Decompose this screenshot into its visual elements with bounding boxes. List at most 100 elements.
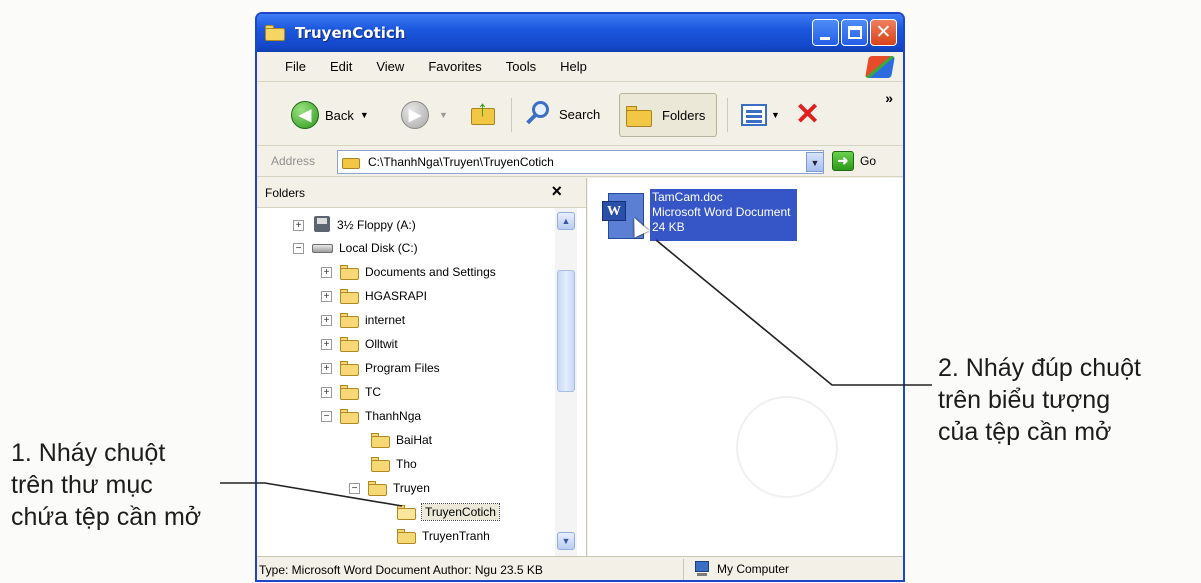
back-dropdown-icon[interactable]: ▼ bbox=[360, 110, 369, 120]
tree-item-label: Documents and Settings bbox=[365, 265, 496, 279]
word-document-icon: W bbox=[602, 189, 650, 241]
expand-icon[interactable]: + bbox=[321, 338, 332, 350]
tree-item-hgasrapi[interactable]: + HGASRAPI bbox=[321, 285, 427, 307]
menu-tools[interactable]: Tools bbox=[494, 59, 548, 74]
tree-item-label: TC bbox=[365, 385, 381, 399]
status-text: Type: Microsoft Word Document Author: Ng… bbox=[259, 563, 543, 577]
floppy-drive-icon bbox=[312, 216, 332, 234]
menu-edit[interactable]: Edit bbox=[318, 59, 364, 74]
menu-view[interactable]: View bbox=[364, 59, 416, 74]
address-field[interactable] bbox=[337, 150, 824, 174]
collapse-icon[interactable]: − bbox=[321, 410, 332, 422]
address-input[interactable] bbox=[368, 155, 808, 169]
go-arrow-icon: ➜ bbox=[832, 151, 854, 171]
tree-item-thanhnga[interactable]: − ThanhNga bbox=[321, 405, 421, 427]
menu-help[interactable]: Help bbox=[548, 59, 599, 74]
up-folder-button[interactable]: ↑ bbox=[469, 98, 499, 128]
forward-arrow-icon: ▶ bbox=[401, 101, 429, 129]
collapse-icon[interactable]: − bbox=[349, 482, 360, 494]
delete-button[interactable]: ✕ bbox=[795, 98, 821, 131]
folder-icon bbox=[397, 528, 417, 544]
status-bar: Type: Microsoft Word Document Author: Ng… bbox=[257, 556, 903, 580]
scroll-down-icon[interactable]: ▼ bbox=[557, 532, 575, 550]
tree-item-tc[interactable]: + TC bbox=[321, 381, 381, 403]
maximize-button[interactable] bbox=[841, 19, 868, 46]
status-zone: My Computer bbox=[693, 561, 789, 577]
title-bar[interactable]: TruyenCotich ✕ bbox=[257, 14, 903, 52]
tree-item-label: Tho bbox=[396, 457, 417, 471]
address-dropdown-icon[interactable]: ▼ bbox=[806, 152, 824, 172]
windows-logo-icon bbox=[865, 56, 895, 78]
file-size: 24 KB bbox=[652, 220, 685, 234]
expand-icon[interactable]: + bbox=[321, 362, 332, 374]
folders-label: Folders bbox=[662, 107, 706, 123]
tree-item-tho[interactable]: Tho bbox=[371, 453, 417, 475]
folders-pane: Folders × + 3½ Floppy (A:) − Local Disk … bbox=[257, 178, 587, 556]
minimize-button[interactable] bbox=[812, 19, 839, 46]
search-label: Search bbox=[559, 106, 601, 122]
annotation-step2-line1: 2. Nháy đúp chuột bbox=[938, 354, 1141, 382]
folder-icon bbox=[342, 155, 362, 169]
tree-item-floppy[interactable]: + 3½ Floppy (A:) bbox=[293, 214, 416, 236]
tree-item-internet[interactable]: + internet bbox=[321, 309, 405, 331]
expand-icon[interactable]: + bbox=[321, 290, 332, 302]
annotation-step2-line2: trên biểu tượng bbox=[938, 386, 1111, 414]
folders-pane-close-icon[interactable]: × bbox=[551, 181, 562, 202]
background-watermark bbox=[736, 396, 838, 498]
tree-item-label: BaiHat bbox=[396, 433, 433, 447]
go-button[interactable]: ➜ Go bbox=[832, 151, 876, 171]
file-list-pane: W TamCam.doc Microsoft Word Document 24 … bbox=[588, 178, 903, 556]
folder-icon bbox=[340, 360, 360, 376]
menu-bar: File Edit View Favorites Tools Help bbox=[257, 52, 903, 82]
file-type: Microsoft Word Document bbox=[652, 205, 791, 219]
file-name: TamCam.doc bbox=[652, 190, 723, 204]
expand-icon[interactable]: + bbox=[321, 386, 332, 398]
tree-item-baihat[interactable]: BaiHat bbox=[371, 429, 432, 451]
folder-icon bbox=[265, 24, 287, 42]
close-button[interactable]: ✕ bbox=[870, 19, 897, 46]
tree-item-label: TruyenCotich bbox=[421, 503, 500, 521]
folders-button[interactable]: Folders bbox=[619, 93, 717, 137]
expand-icon[interactable]: + bbox=[293, 219, 304, 231]
folders-pane-title: Folders bbox=[265, 186, 306, 200]
tree-item-local-disk[interactable]: − Local Disk (C:) bbox=[293, 237, 418, 259]
back-arrow-icon: ◀ bbox=[291, 101, 319, 129]
tree-item-truyen[interactable]: − Truyen bbox=[349, 477, 430, 499]
folder-icon bbox=[340, 384, 360, 400]
back-button[interactable]: ◀ Back ▼ bbox=[291, 101, 369, 129]
tree-item-truyentranh[interactable]: TruyenTranh bbox=[397, 525, 490, 547]
forward-dropdown-icon[interactable]: ▼ bbox=[439, 110, 448, 120]
views-button[interactable]: ▼ bbox=[741, 104, 780, 126]
go-label: Go bbox=[860, 154, 877, 168]
expand-icon[interactable]: + bbox=[321, 266, 332, 278]
tree-item-olltwit[interactable]: + Olltwit bbox=[321, 333, 398, 355]
folders-scrollbar[interactable]: ▲ ▼ bbox=[555, 208, 577, 556]
scroll-up-icon[interactable]: ▲ bbox=[557, 212, 575, 230]
scroll-thumb[interactable] bbox=[557, 270, 575, 392]
tree-item-label: Program Files bbox=[365, 361, 440, 375]
collapse-icon[interactable]: − bbox=[293, 242, 304, 254]
address-label: Address bbox=[271, 154, 316, 168]
tree-item-truyencotich[interactable]: TruyenCotich bbox=[397, 501, 500, 523]
toolbar-overflow-icon[interactable]: » bbox=[885, 90, 893, 106]
tree-item-label: internet bbox=[365, 313, 406, 327]
expand-icon[interactable]: + bbox=[321, 314, 332, 326]
file-item-tamcam[interactable]: W TamCam.doc Microsoft Word Document 24 … bbox=[602, 189, 797, 241]
tree-item-program-files[interactable]: + Program Files bbox=[321, 357, 440, 379]
forward-button[interactable]: ▶ ▼ bbox=[401, 101, 448, 129]
delete-icon: ✕ bbox=[795, 98, 821, 131]
tree-item-documents-and-settings[interactable]: + Documents and Settings bbox=[321, 261, 496, 283]
folder-icon bbox=[371, 456, 391, 472]
views-dropdown-icon[interactable]: ▼ bbox=[771, 110, 780, 120]
search-button[interactable]: Search bbox=[525, 101, 600, 127]
menu-favorites[interactable]: Favorites bbox=[416, 59, 493, 74]
annotation-step2-line3: của tệp cần mở bbox=[938, 418, 1112, 446]
annotation-step1-line3: chứa tệp cần mở bbox=[11, 503, 202, 531]
tree-item-label: 3½ Floppy (A:) bbox=[337, 218, 416, 232]
tree-item-label: Local Disk (C:) bbox=[339, 241, 418, 255]
menu-file[interactable]: File bbox=[273, 59, 318, 74]
my-computer-icon bbox=[693, 561, 711, 577]
folder-icon bbox=[340, 288, 360, 304]
folders-pane-header: Folders × bbox=[257, 178, 586, 208]
folder-icon bbox=[340, 312, 360, 328]
